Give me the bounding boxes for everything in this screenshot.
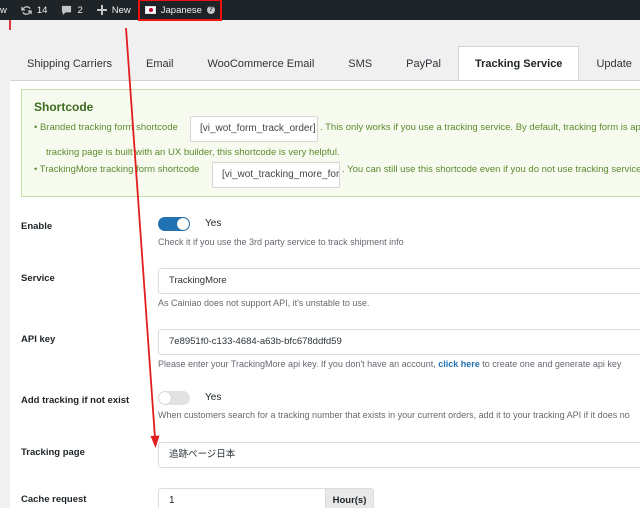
add-tracking-toggle-label: Yes [205,392,222,403]
tracking-more-shortcode-field[interactable]: [vi_wot_tracking_more_form] [212,162,340,188]
tracking-page-select[interactable]: 追跡ページ日本 [158,442,640,468]
comments-link[interactable]: 2 [54,0,89,20]
toggle-knob [177,218,189,230]
red-edge-marker [9,20,11,30]
comment-icon [62,5,72,15]
shortcode-line1-cont: tracking page is built with an UX builde… [46,147,340,158]
site-name-label: w [0,4,7,16]
cache-request-unit: Hour(s) [325,489,373,508]
new-label: New [111,4,131,16]
create-account-link[interactable]: click here [438,359,480,369]
tracking-page-label: Tracking page [21,447,85,458]
add-tracking-toggle[interactable] [158,391,190,405]
track-order-shortcode-field[interactable]: [vi_wot_form_track_order] [190,116,318,142]
enable-toggle[interactable] [158,217,190,231]
enable-toggle-label: Yes [205,218,222,229]
new-content-link[interactable]: New [90,0,138,20]
api-key-description: Please enter your TrackingMore api key. … [158,359,621,369]
shortcode-line1-suffix: . This only works if you use a tracking … [320,122,640,133]
add-tracking-description: When customers search for a tracking num… [158,410,630,420]
help-icon[interactable]: ? [206,6,215,14]
language-switcher[interactable]: Japanese ? [137,0,222,21]
shortcode-line1-prefix: • Branded tracking form shortcode [34,122,178,133]
japan-flag-icon [144,6,156,14]
cache-request-input[interactable]: 1 Hour(s) [158,488,374,508]
service-select[interactable]: TrackingMore [158,268,640,294]
tab-tracking-service[interactable]: Tracking Service [457,46,580,80]
cache-request-label: Cache request [21,494,87,505]
cache-request-value: 1 [169,495,175,506]
service-description: As Cainiao does not support API, it's un… [158,298,370,308]
settings-tabs: Shipping Carriers Email WooCommerce Emai… [10,46,640,80]
shortcode-title: Shortcode [34,100,94,114]
refresh-icon [21,5,32,15]
service-value: TrackingMore [169,275,227,286]
tab-update[interactable]: Update [579,47,640,80]
shortcode-line2-prefix: • TrackingMore tracking form shortcode [34,164,200,175]
tracking-page-value: 追跡ページ日本 [169,449,236,460]
toggle-knob [159,392,171,404]
api-key-desc-suffix: to create one and generate api key [482,359,622,369]
shortcode-line2-suffix: . You can still use this shortcode even … [342,164,640,175]
enable-label: Enable [21,221,53,232]
updates-count: 14 [36,4,48,16]
site-name-link[interactable]: w [0,0,14,20]
shortcode-notice: Shortcode • Branded tracking form shortc… [21,89,640,197]
tab-shipping-carriers[interactable]: Shipping Carriers [10,47,129,80]
tab-woocommerce-email[interactable]: WooCommerce Email [191,47,332,80]
plus-icon [96,5,107,15]
tab-email[interactable]: Email [129,47,191,80]
comments-count: 2 [77,4,83,16]
language-label: Japanese [160,4,202,16]
api-key-label: API key [21,334,56,345]
updates-link[interactable]: 14 [14,0,55,20]
enable-description: Check it if you use the 3rd party servic… [158,237,404,247]
add-tracking-label: Add tracking if not exist [21,395,130,406]
api-key-desc-prefix: Please enter your TrackingMore api key. … [158,359,436,369]
tab-sms[interactable]: SMS [331,47,389,80]
admin-bar: w 14 2 New Japanese ? [0,0,640,21]
service-label: Service [21,273,55,284]
tab-paypal[interactable]: PayPal [389,47,458,80]
api-key-value: 7e8951f0-c133-4684-a63b-bfc678ddfd59 [169,336,342,347]
api-key-input[interactable]: 7e8951f0-c133-4684-a63b-bfc678ddfd59 [158,329,640,355]
